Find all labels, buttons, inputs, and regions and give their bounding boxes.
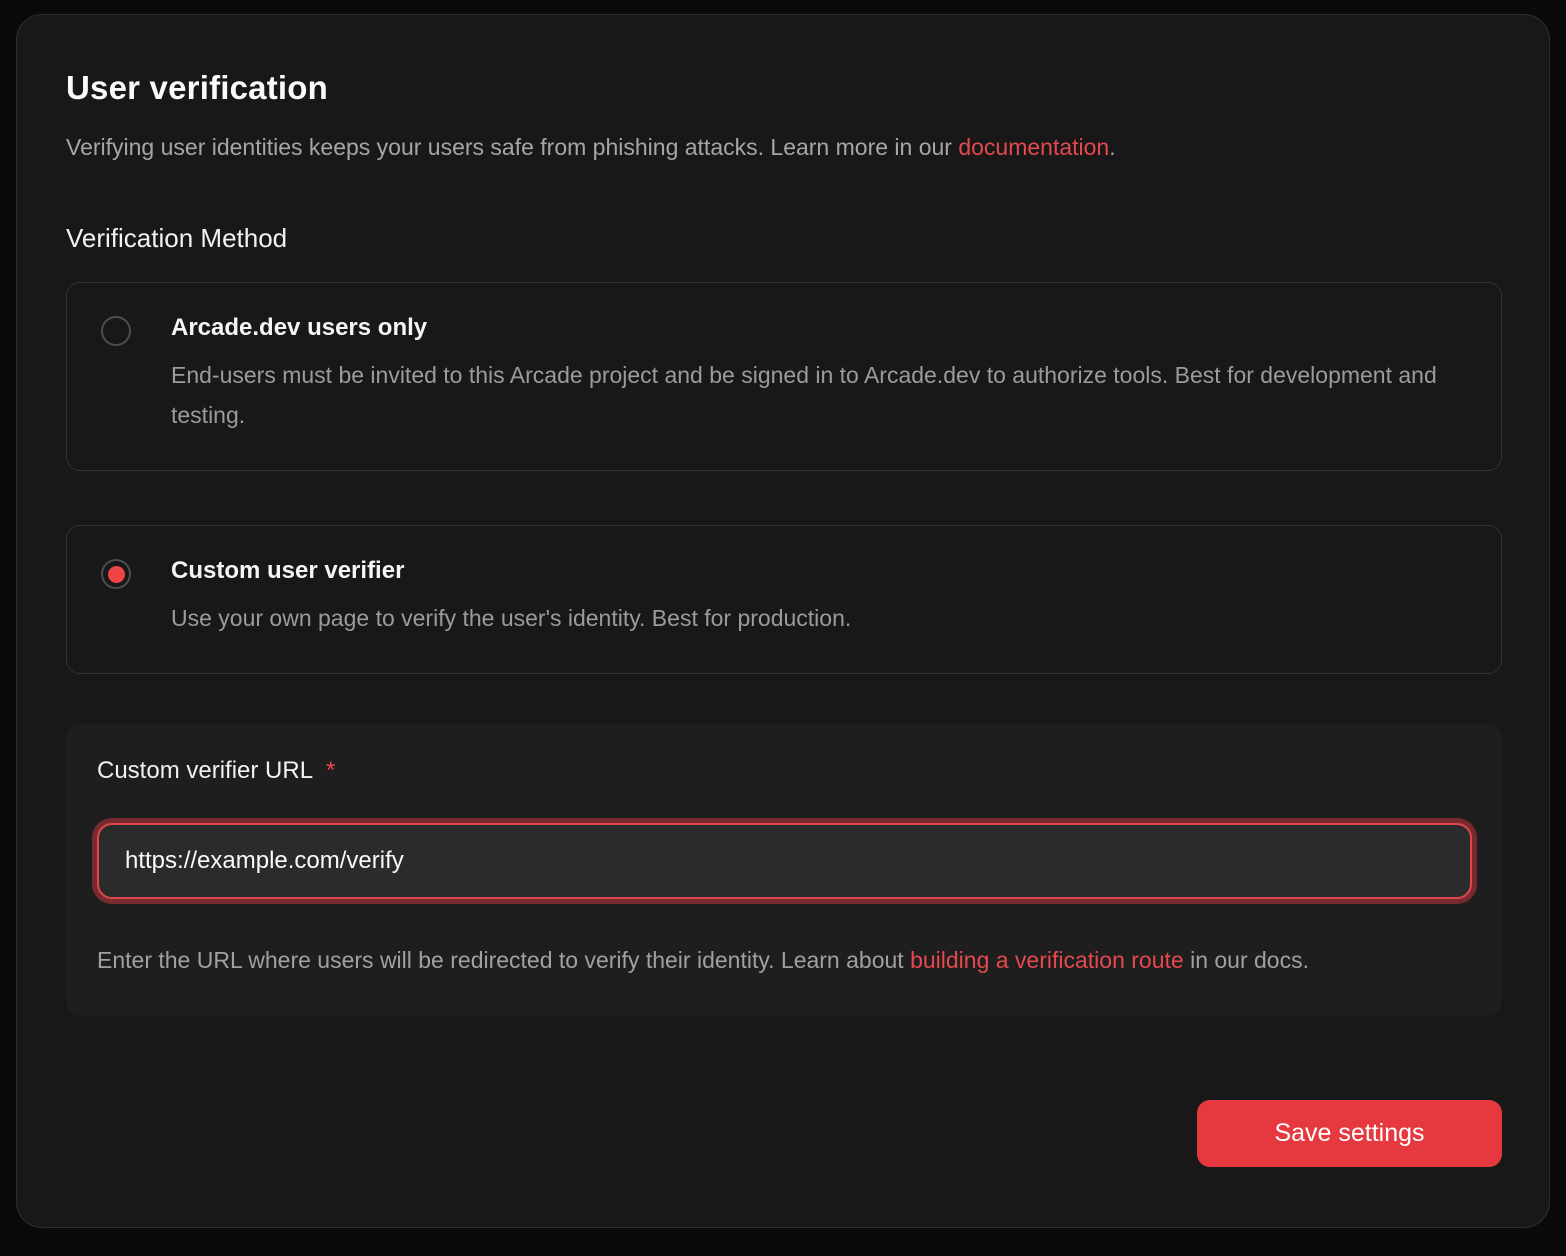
required-asterisk: * (326, 757, 335, 785)
verification-method-heading: Verification Method (66, 223, 1502, 254)
option-custom-user-verifier[interactable]: Custom user verifier Use your own page t… (66, 525, 1502, 674)
page-background: User verification Verifying user identit… (0, 0, 1566, 1256)
intro-text: Verifying user identities keeps your use… (66, 132, 1502, 162)
building-verification-route-link[interactable]: building a verification route (910, 947, 1184, 973)
option-title: Custom user verifier (171, 557, 851, 585)
field-label-row: Custom verifier URL * (97, 757, 1472, 785)
option-title: Arcade.dev users only (171, 314, 1465, 342)
radio-dot (108, 566, 125, 583)
custom-verifier-url-label: Custom verifier URL (97, 757, 313, 785)
option-description: Use your own page to verify the user's i… (171, 598, 851, 638)
option-body: Arcade.dev users only End-users must be … (171, 314, 1465, 435)
field-help-text: Enter the URL where users will be redire… (97, 940, 1457, 980)
help-text-after-link: in our docs. (1184, 947, 1309, 973)
save-settings-button[interactable]: Save settings (1197, 1100, 1502, 1167)
option-body: Custom user verifier Use your own page t… (171, 557, 851, 638)
page-title: User verification (66, 69, 1502, 107)
radio-unselected-icon[interactable] (101, 316, 131, 346)
intro-text-before-link: Verifying user identities keeps your use… (66, 134, 958, 160)
custom-verifier-url-panel: Custom verifier URL * Enter the URL wher… (66, 724, 1502, 1016)
custom-verifier-url-input[interactable] (97, 823, 1472, 899)
help-text-before-link: Enter the URL where users will be redire… (97, 947, 910, 973)
user-verification-card: User verification Verifying user identit… (16, 14, 1550, 1228)
radio-selected-icon[interactable] (101, 559, 131, 589)
actions-row: Save settings (66, 1100, 1502, 1167)
documentation-link[interactable]: documentation (958, 134, 1109, 160)
option-arcade-users-only[interactable]: Arcade.dev users only End-users must be … (66, 282, 1502, 471)
option-description: End-users must be invited to this Arcade… (171, 355, 1465, 435)
intro-text-after-link: . (1109, 134, 1115, 160)
